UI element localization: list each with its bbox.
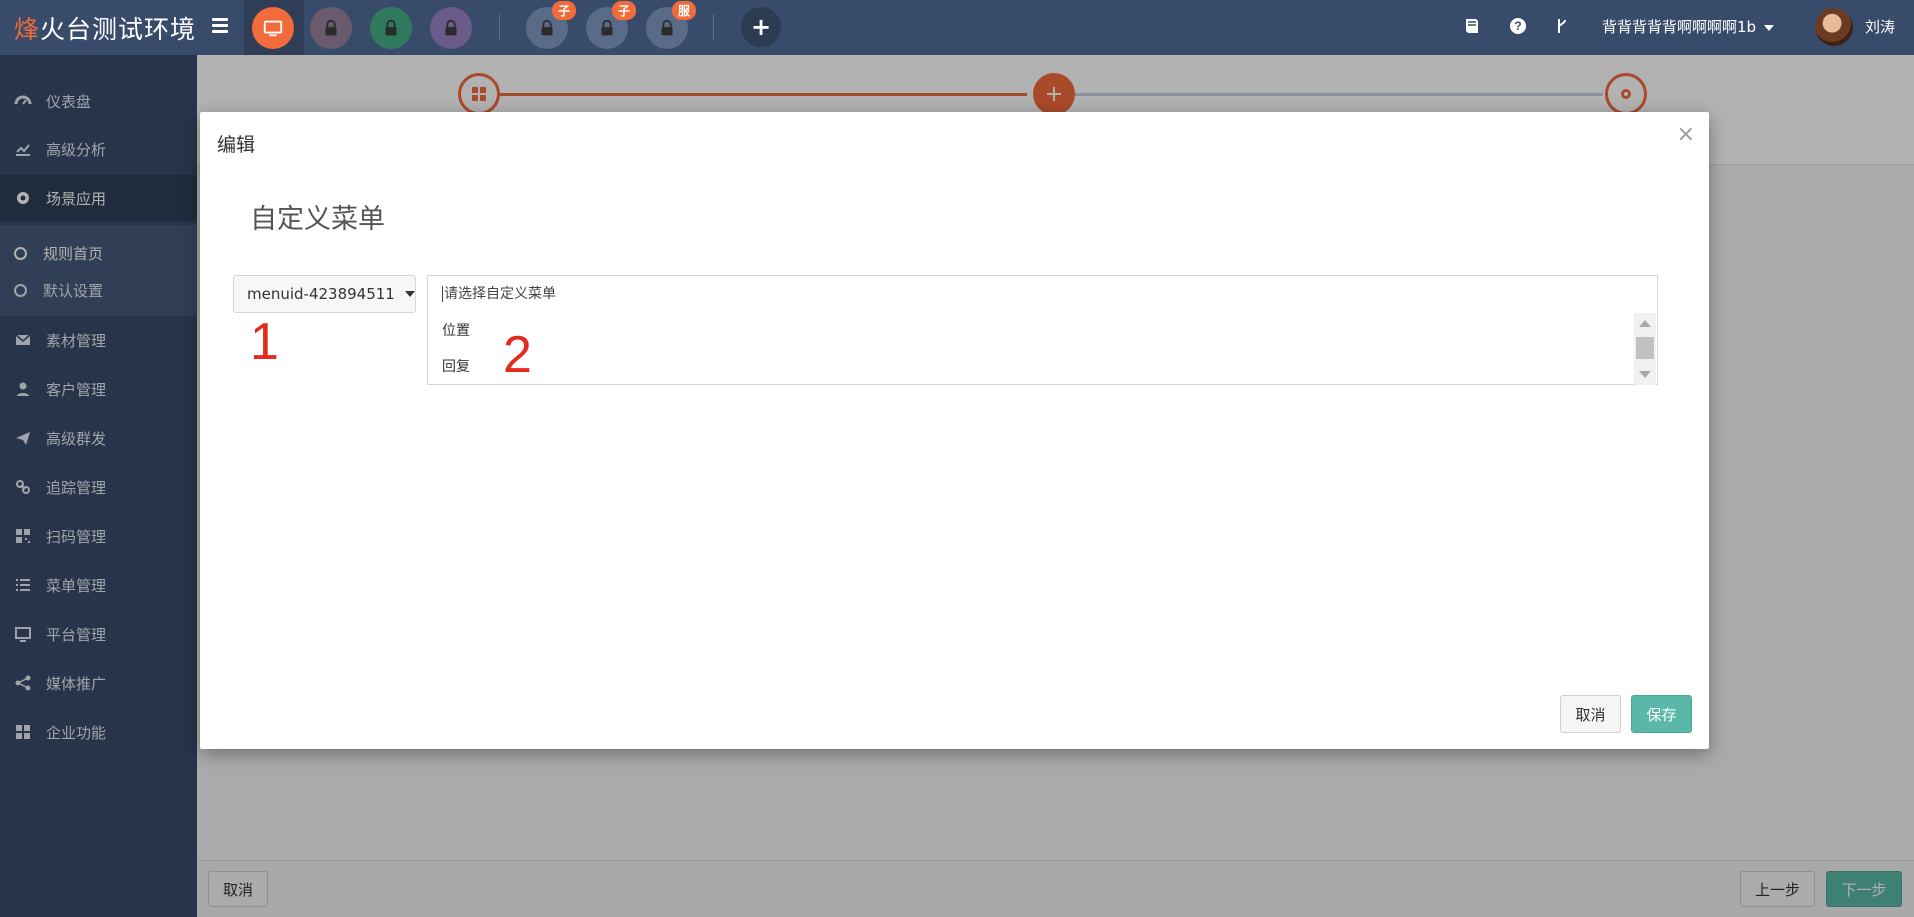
menu-toggle-icon[interactable] — [212, 18, 228, 34]
chevron-down-icon — [404, 291, 415, 297]
scroll-down-icon[interactable] — [1639, 371, 1651, 378]
brand-logo: 烽火台测试环境 — [14, 10, 196, 46]
divider — [499, 14, 500, 40]
lock-app-icon[interactable]: 服 — [646, 1, 696, 49]
badge-sub: 子 — [551, 1, 576, 20]
dropdown-value: menuid-423894511 — [247, 285, 395, 303]
user-menu[interactable]: 背背背背背啊啊啊啊1b — [1602, 16, 1775, 37]
add-app-button[interactable]: + — [741, 7, 781, 47]
option-reply[interactable]: 回复 — [442, 356, 470, 376]
scroll-up-icon[interactable] — [1639, 320, 1651, 327]
menu-id-dropdown[interactable]: menuid-423894511 — [233, 275, 416, 313]
cancel-button[interactable]: 取消 — [1560, 695, 1621, 733]
custom-menu-search-input[interactable]: 请选择自定义菜单 — [442, 283, 556, 303]
close-icon[interactable]: × — [1677, 122, 1695, 147]
scroll-thumb[interactable] — [1636, 337, 1654, 359]
brand-accent: 烽 — [14, 15, 41, 44]
help-icon[interactable]: ? — [1509, 17, 1527, 35]
badge-sub: 子 — [611, 1, 636, 20]
section-title: 自定义菜单 — [250, 204, 385, 235]
select-placeholder: 请选择自定义菜单 — [444, 286, 556, 302]
option-location[interactable]: 位置 — [442, 320, 470, 340]
annotation-label: 2 — [503, 326, 532, 384]
badge-service: 服 — [671, 1, 696, 20]
save-button[interactable]: 保存 — [1631, 695, 1692, 733]
lock-app-icon[interactable] — [430, 7, 472, 49]
lock-app-icon[interactable] — [310, 7, 352, 49]
annotation-label: 1 — [250, 313, 279, 371]
divider — [713, 14, 714, 40]
scrollbar[interactable] — [1634, 313, 1656, 385]
avatar[interactable] — [1815, 8, 1853, 46]
text-cursor — [442, 286, 443, 302]
screen-app-icon[interactable] — [252, 7, 294, 49]
edit-modal: 编辑 × 自定义菜单 menuid-423894511 请选择自定义菜单 位置 … — [200, 112, 1709, 749]
lock-app-icon[interactable]: 子 — [526, 1, 576, 49]
chevron-down-icon — [1764, 24, 1775, 31]
user-menu-label: 背背背背背啊啊啊啊1b — [1602, 18, 1757, 36]
lock-app-icon[interactable]: 子 — [586, 1, 636, 49]
username[interactable]: 刘涛 — [1865, 16, 1895, 37]
branch-icon[interactable] — [1553, 17, 1571, 35]
lock-app-icon[interactable] — [370, 7, 412, 49]
svg-text:?: ? — [1514, 19, 1521, 33]
top-navbar: 烽火台测试环境 子 子 服 + ? 背背背背背啊啊啊啊1b 刘涛 — [0, 0, 1914, 55]
custom-menu-select[interactable]: 请选择自定义菜单 位置 回复 — [427, 275, 1658, 385]
book-icon[interactable] — [1463, 17, 1481, 35]
brand-name: 火台测试环境 — [40, 15, 197, 44]
modal-title: 编辑 — [217, 134, 256, 156]
